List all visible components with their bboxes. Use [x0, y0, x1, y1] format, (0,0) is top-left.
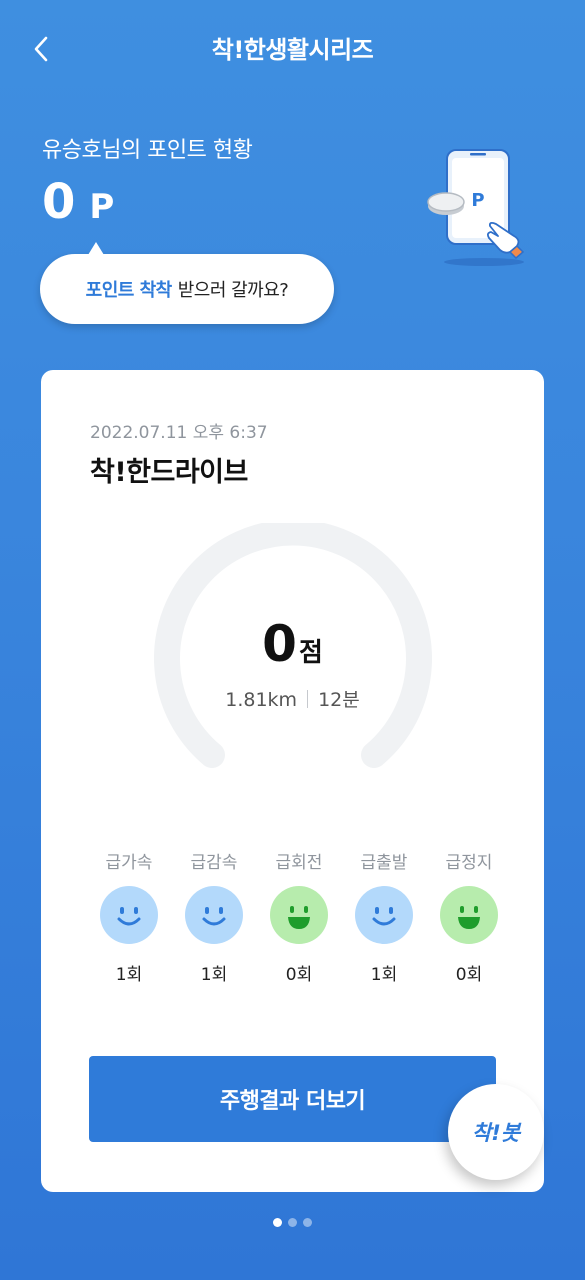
- card-title: 착!한드라이브: [90, 457, 248, 488]
- bubble-text: 받으러 갈까요?: [177, 280, 289, 301]
- blue-smile-icon: [355, 886, 413, 944]
- chatbot-button[interactable]: 착!봇: [448, 1084, 544, 1180]
- metric-label: 급정지: [445, 853, 493, 873]
- metric-count: 0회: [285, 965, 313, 985]
- metric-sudden-start: 급출발 1회: [344, 848, 424, 985]
- metric-label: 급가속: [105, 853, 153, 873]
- metric-hard-deceleration: 급감속 1회: [174, 848, 254, 985]
- green-grin-icon: [270, 886, 328, 944]
- score-value: 0: [262, 615, 297, 673]
- metric-count: 1회: [115, 965, 143, 985]
- driving-metrics: 급가속 1회 급감속 1회 급회전 0회 급출발 1회 급정지 0회: [89, 848, 509, 985]
- drive-result-card: 2022.07.11 오후 6:37 착!한드라이브 0점 1.81km 12분 …: [41, 370, 544, 1192]
- page-title: 착!한생활시리즈: [211, 36, 374, 64]
- score-unit: 점: [298, 638, 323, 668]
- blue-smile-icon: [100, 886, 158, 944]
- metric-count: 0회: [455, 965, 483, 985]
- page-dot: [288, 1218, 297, 1227]
- metric-sharp-turn: 급회전 0회: [259, 848, 339, 985]
- metric-hard-acceleration: 급가속 1회: [89, 848, 169, 985]
- metric-label: 급회전: [275, 853, 323, 873]
- drive-date: 2022.07.11 오후 6:37: [90, 423, 268, 443]
- drive-summary: 1.81km 12분: [41, 685, 544, 712]
- metric-label: 급감속: [190, 853, 238, 873]
- points-label: 유승호님의 포인트 현황: [42, 138, 253, 163]
- score-display: 0점: [41, 615, 544, 673]
- phone-coin-icon: P: [427, 149, 525, 266]
- divider: [307, 690, 309, 708]
- points-number: 0: [42, 174, 76, 230]
- metric-count: 1회: [370, 965, 398, 985]
- drive-duration: 12분: [318, 689, 360, 711]
- metric-label: 급출발: [360, 853, 408, 873]
- page-indicator: [0, 1218, 585, 1227]
- blue-smile-icon: [185, 886, 243, 944]
- green-grin-icon: [440, 886, 498, 944]
- app-header: 착!한생활시리즈: [0, 0, 585, 96]
- point-collect-bubble[interactable]: 포인트 착착 받으러 갈까요?: [40, 242, 334, 324]
- points-value: 0 P: [42, 174, 114, 235]
- bubble-highlight: 포인트 착착: [85, 280, 173, 301]
- more-results-button[interactable]: 주행결과 더보기: [89, 1056, 496, 1142]
- drive-distance: 1.81km: [225, 689, 298, 711]
- metric-count: 1회: [200, 965, 228, 985]
- metric-sudden-stop: 급정지 0회: [429, 848, 509, 985]
- phone-p-letter: P: [471, 190, 484, 211]
- page-dot-active: [273, 1218, 282, 1227]
- points-unit: P: [89, 187, 115, 227]
- page-dot: [303, 1218, 312, 1227]
